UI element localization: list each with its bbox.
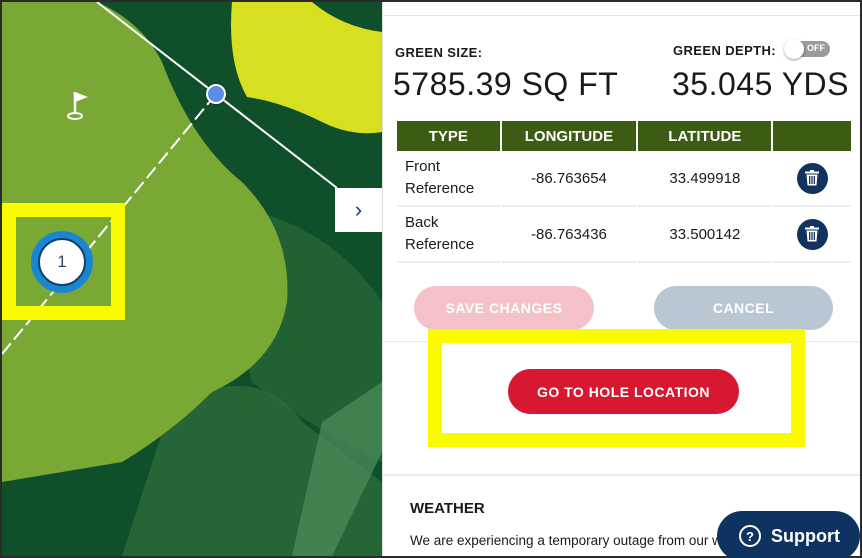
question-circle-icon: ?: [739, 525, 761, 547]
support-button[interactable]: ? Support: [717, 511, 860, 558]
row-longitude: -86.763436: [501, 207, 637, 263]
hole-map[interactable]: 1 ›: [2, 2, 382, 556]
row-latitude: 33.499918: [638, 151, 772, 207]
divider: [383, 15, 860, 16]
green-depth-value: 35.045 YDS: [672, 66, 849, 102]
green-depth-label: GREEN DEPTH:: [673, 43, 777, 58]
green-depth-toggle[interactable]: OFF: [784, 39, 830, 59]
cancel-button[interactable]: CANCEL: [654, 286, 833, 330]
delete-button[interactable]: [796, 218, 828, 250]
header-type: TYPE: [397, 121, 500, 151]
table-row: Front Reference -86.763654 33.499918: [397, 151, 851, 207]
weather-title: WEATHER: [410, 500, 485, 517]
hole-marker[interactable]: 1: [31, 231, 93, 293]
toggle-state: OFF: [807, 43, 825, 53]
save-changes-button[interactable]: SAVE CHANGES: [414, 286, 594, 330]
header-latitude: LATITUDE: [638, 121, 772, 151]
green-size-label: GREEN SIZE:: [395, 45, 483, 60]
row-action: [773, 151, 851, 207]
green-size-value: 5785.39 SQ FT: [393, 66, 619, 102]
toggle-knob: [784, 39, 804, 59]
support-label: Support: [771, 525, 840, 546]
header-longitude: LONGITUDE: [501, 121, 637, 151]
type-line1: Front: [405, 158, 441, 175]
hole-number: 1: [38, 238, 86, 286]
collapse-panel-button[interactable]: ›: [335, 188, 382, 232]
table-header: TYPE LONGITUDE LATITUDE: [397, 121, 851, 151]
row-action: [773, 207, 851, 263]
row-type: Front Reference: [397, 151, 500, 207]
flag-icon: [66, 90, 90, 120]
type-line2: Reference: [405, 180, 475, 197]
weather-message: We are experiencing a temporary outage f…: [410, 533, 722, 548]
trash-icon: [805, 170, 820, 186]
row-type: Back Reference: [397, 207, 500, 263]
type-line1: Back: [405, 214, 439, 231]
drag-handle[interactable]: [206, 84, 226, 104]
row-latitude: 33.500142: [638, 207, 772, 263]
divider: [383, 474, 860, 476]
reference-table: TYPE LONGITUDE LATITUDE Front Reference …: [395, 121, 853, 263]
app-frame: 1 › GREEN SIZE: 5785.39 SQ FT GREEN DEPT…: [2, 2, 860, 556]
row-longitude: -86.763654: [501, 151, 637, 207]
green-details-panel: GREEN SIZE: 5785.39 SQ FT GREEN DEPTH: O…: [382, 2, 860, 556]
type-line2: Reference: [405, 236, 475, 253]
delete-button[interactable]: [796, 162, 828, 194]
go-to-hole-location-button[interactable]: GO TO HOLE LOCATION: [508, 369, 739, 414]
header-actions: [773, 121, 851, 151]
chevron-right-icon: ›: [354, 197, 363, 222]
trash-icon: [805, 226, 820, 242]
table-row: Back Reference -86.763436 33.500142: [397, 207, 851, 263]
